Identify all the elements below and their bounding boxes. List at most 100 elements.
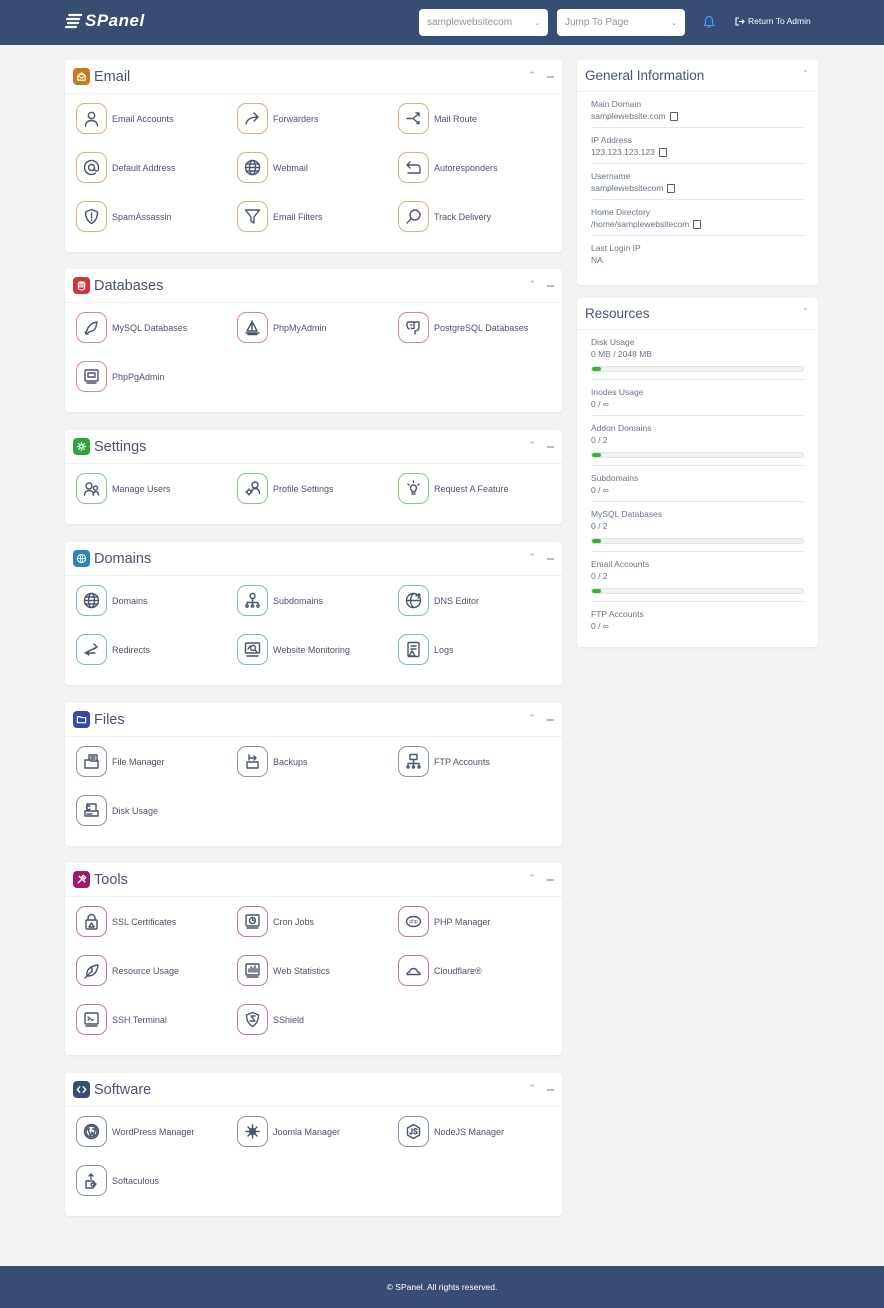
item-profile-settings[interactable]: Profile Settings	[237, 473, 398, 504]
joomla-icon	[237, 1116, 268, 1147]
databases-section-card: Databases ⌃ MySQL Databases PhpMyAdmin P…	[65, 269, 562, 412]
info-label: Username	[591, 171, 631, 181]
domains-section-title: Domains	[94, 550, 152, 567]
item-label: Domains	[112, 595, 148, 606]
copy-icon[interactable]	[669, 111, 678, 121]
tools-section-title: Tools	[94, 871, 128, 888]
resource-progress-bar	[591, 588, 804, 594]
databases-section-title: Databases	[94, 277, 164, 294]
item-label: Track Delivery	[434, 211, 492, 222]
resources-header: Resources ⌃	[577, 298, 818, 330]
item-cron-jobs[interactable]: Cron Jobs	[237, 906, 398, 937]
collapse-icon[interactable]: ⌃	[528, 713, 536, 724]
info-value-wrap: samplewebsite.com	[591, 110, 804, 122]
databases-items-grid: MySQL Databases PhpMyAdmin PostgreSQL Da…	[65, 303, 562, 392]
general-information-title: General Information	[585, 68, 705, 83]
resource-value: 0 / 2	[591, 521, 608, 531]
item-php-manager[interactable]: php PHP Manager	[398, 906, 559, 937]
item-softaculous[interactable]: Softaculous	[76, 1165, 237, 1196]
resource-row: FTP Accounts 0 / ∞	[591, 602, 804, 637]
item-track-delivery[interactable]: Track Delivery	[398, 201, 559, 232]
general-information-card: General Information ⌃ Main Domain sample…	[577, 60, 818, 285]
search-icon	[398, 201, 429, 232]
collapse-icon[interactable]: ⌃	[528, 279, 536, 290]
collapse-icon[interactable]: ⌃	[802, 307, 809, 316]
item-dns-editor[interactable]: DNS Editor	[398, 585, 559, 616]
collapse-icon[interactable]: ⌃	[802, 69, 809, 78]
item-logs[interactable]: Logs	[398, 634, 559, 665]
databases-badge-icon	[73, 277, 90, 294]
item-manage-users[interactable]: Manage Users	[76, 473, 237, 504]
item-label: PHP Manager	[434, 916, 491, 927]
resource-value: 0 / ∞	[591, 485, 609, 495]
item-autoresponders[interactable]: Autoresponders	[398, 152, 559, 183]
item-disk-usage[interactable]: Disk Usage	[76, 795, 237, 826]
svg-text:php: php	[409, 919, 418, 925]
item-website-monitoring[interactable]: Website Monitoring	[237, 634, 398, 665]
item-postgresql-databases[interactable]: PostgreSQL Databases	[398, 312, 559, 343]
item-label: SpamAssassin	[112, 211, 172, 222]
settings-section-title: Settings	[94, 438, 147, 455]
item-email-accounts[interactable]: Email Accounts	[76, 103, 237, 134]
settings-section-card: Settings ⌃ Manage Users Profile Settings…	[65, 430, 562, 524]
item-email-filters[interactable]: Email Filters	[237, 201, 398, 232]
item-ftp-accounts[interactable]: FTP Accounts	[398, 746, 559, 777]
copy-icon[interactable]	[667, 183, 676, 193]
item-label: Forwarders	[273, 113, 319, 124]
item-phppgadmin[interactable]: PhpPgAdmin	[76, 361, 237, 392]
sailboat-icon	[237, 312, 268, 343]
site-select[interactable]: samplewebsitecom ⌄	[419, 9, 548, 36]
item-domains[interactable]: Domains	[76, 585, 237, 616]
item-label: Joomla Manager	[273, 1126, 341, 1137]
item-default-address[interactable]: Default Address	[76, 152, 237, 183]
item-redirects[interactable]: Redirects	[76, 634, 237, 665]
item-web-statistics[interactable]: Web Statistics	[237, 955, 398, 986]
item-spamassassin[interactable]: SpamAssassin	[76, 201, 237, 232]
general-info-row: IP Address 123.123.123.123	[591, 128, 804, 164]
item-wordpress-manager[interactable]: WordPress Manager	[76, 1116, 237, 1147]
item-subdomains[interactable]: Subdomains	[237, 585, 398, 616]
copy-icon[interactable]	[658, 147, 667, 157]
item-ssl-certificates[interactable]: SSL Certificates	[76, 906, 237, 937]
item-resource-usage[interactable]: Resource Usage	[76, 955, 237, 986]
item-forwarders[interactable]: Forwarders	[237, 103, 398, 134]
drag-handle-icon[interactable]	[547, 285, 554, 287]
item-label: Manage Users	[112, 483, 171, 494]
info-value-wrap: samplewebsitecom	[591, 182, 804, 194]
email-section-title: Email	[94, 68, 131, 85]
general-info-row: Last Login IP NA	[591, 236, 804, 271]
collapse-icon[interactable]: ⌃	[528, 1083, 536, 1094]
brand-logo[interactable]: SPanel	[64, 11, 145, 31]
email-badge-icon	[73, 68, 90, 85]
return-to-admin-link[interactable]: Return To Admin	[735, 16, 811, 26]
item-nodejs-manager[interactable]: NodeJS Manager	[398, 1116, 559, 1147]
collapse-icon[interactable]: ⌃	[528, 440, 536, 451]
copy-icon[interactable]	[693, 219, 702, 229]
item-phpmyadmin[interactable]: PhpMyAdmin	[237, 312, 398, 343]
item-mysql-databases[interactable]: MySQL Databases	[76, 312, 237, 343]
drag-handle-icon[interactable]	[547, 558, 554, 560]
item-sshield[interactable]: SShield	[237, 1004, 398, 1035]
drag-handle-icon[interactable]	[547, 446, 554, 448]
jump-select-value: Jump To Page	[565, 17, 629, 28]
drag-handle-icon[interactable]	[547, 1089, 554, 1091]
item-label: WordPress Manager	[112, 1126, 195, 1137]
collapse-icon[interactable]: ⌃	[528, 552, 536, 563]
item-request-a-feature[interactable]: Request A Feature	[398, 473, 559, 504]
bell-icon[interactable]	[703, 15, 715, 29]
drag-handle-icon[interactable]	[547, 879, 554, 881]
item-mail-route[interactable]: Mail Route	[398, 103, 559, 134]
item-webmail[interactable]: Webmail	[237, 152, 398, 183]
collapse-icon[interactable]: ⌃	[528, 873, 536, 884]
item-cloudflare[interactable]: Cloudflare®	[398, 955, 559, 986]
item-joomla-manager[interactable]: Joomla Manager	[237, 1116, 398, 1147]
resource-value: 0 / 2	[591, 571, 608, 581]
drag-handle-icon[interactable]	[547, 76, 554, 78]
drag-handle-icon[interactable]	[547, 719, 554, 721]
resource-progress-fill	[592, 539, 601, 543]
item-backups[interactable]: Backups	[237, 746, 398, 777]
item-ssh-terminal[interactable]: SSH Terminal	[76, 1004, 237, 1035]
jump-to-page-select[interactable]: Jump To Page ⌄	[557, 9, 685, 36]
collapse-icon[interactable]: ⌃	[528, 70, 536, 81]
item-file-manager[interactable]: File Manager	[76, 746, 237, 777]
